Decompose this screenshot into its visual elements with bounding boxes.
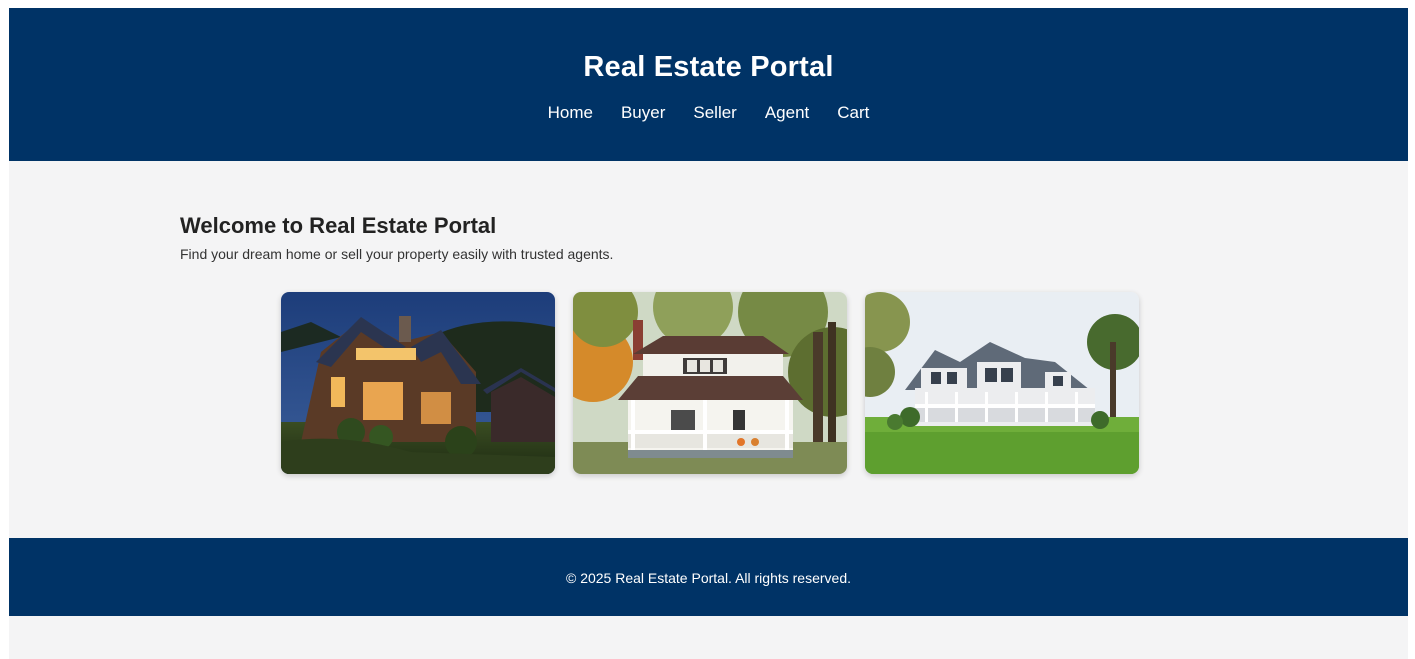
- copyright-text: © 2025 Real Estate Portal. All rights re…: [565, 570, 851, 586]
- welcome-subheading: Find your dream home or sell your proper…: [180, 246, 614, 262]
- nav-buyer-link[interactable]: Buyer: [621, 102, 665, 124]
- main-content: Welcome to Real Estate Portal Find your …: [180, 213, 1240, 263]
- house-dusk-image: [281, 292, 555, 474]
- site-header: Real Estate Portal Home Buyer Seller Age…: [9, 8, 1408, 161]
- property-image-1[interactable]: [281, 292, 555, 474]
- property-gallery: [281, 292, 1139, 474]
- main-nav: Home Buyer Seller Agent Cart: [9, 102, 1408, 124]
- nav-cart-link[interactable]: Cart: [837, 102, 869, 124]
- nav-agent-link[interactable]: Agent: [765, 102, 809, 124]
- property-image-2[interactable]: [573, 292, 847, 474]
- nav-home-link[interactable]: Home: [548, 102, 593, 124]
- house-autumn-image: [573, 292, 847, 474]
- site-title: Real Estate Portal: [583, 51, 834, 83]
- page: Real Estate Portal Home Buyer Seller Age…: [9, 8, 1408, 659]
- house-lawn-image: [865, 292, 1139, 474]
- site-footer: © 2025 Real Estate Portal. All rights re…: [9, 538, 1408, 616]
- welcome-heading: Welcome to Real Estate Portal: [180, 213, 497, 238]
- property-image-3[interactable]: [865, 292, 1139, 474]
- nav-seller-link[interactable]: Seller: [693, 102, 736, 124]
